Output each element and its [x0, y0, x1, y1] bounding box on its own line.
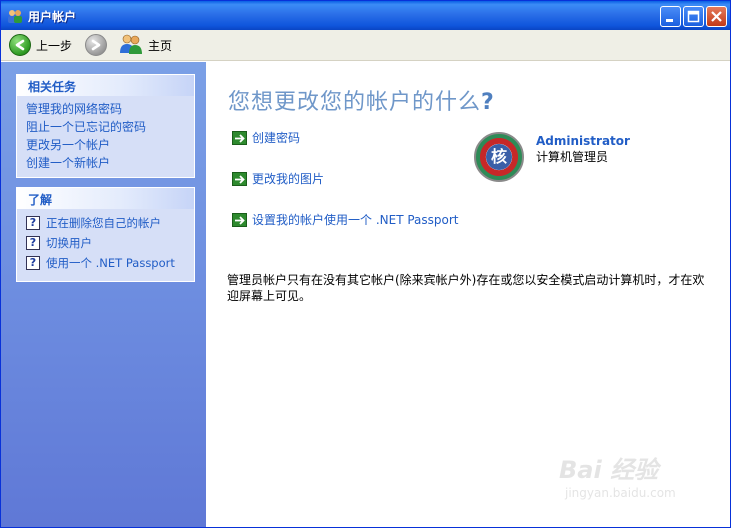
- watermark-logo-text: Bai 经验: [559, 456, 659, 484]
- green-arrow-icon: [232, 130, 247, 145]
- green-arrow-icon: [232, 212, 247, 227]
- forward-button[interactable]: [85, 33, 107, 57]
- task-manage-network-passwords[interactable]: 管理我的网络密码: [26, 100, 194, 118]
- learn-net-passport[interactable]: 使用一个 .NET Passport: [46, 254, 175, 272]
- learn-item[interactable]: ? 正在删除您自己的帐户: [26, 213, 194, 233]
- account-avatar: 核: [474, 132, 524, 182]
- learn-deleting-own-account[interactable]: 正在删除您自己的帐户: [46, 214, 161, 232]
- home-label: 主页: [148, 38, 173, 53]
- navigation-toolbar: 上一步 主页: [1, 30, 730, 61]
- back-arrow-icon: [9, 34, 31, 56]
- help-icon: ?: [26, 236, 40, 250]
- help-icon: ?: [26, 256, 40, 270]
- avatar-glyph: 核: [486, 144, 512, 170]
- learn-item[interactable]: ? 切换用户: [26, 233, 194, 253]
- change-picture-action[interactable]: 更改我的图片: [232, 170, 324, 187]
- home-button[interactable]: 主页: [119, 33, 172, 57]
- forward-arrow-icon: [85, 34, 107, 56]
- setup-passport-action[interactable]: 设置我的帐户使用一个 .NET Passport: [232, 211, 459, 228]
- close-button[interactable]: [706, 6, 727, 27]
- related-tasks-box: 相关任务 管理我的网络密码 阻止一个已忘记的密码 更改另一个帐户 创建一个新帐户: [16, 74, 195, 178]
- users-icon: [7, 8, 23, 24]
- task-change-another-account[interactable]: 更改另一个帐户: [26, 136, 194, 154]
- task-pane: 相关任务 管理我的网络密码 阻止一个已忘记的密码 更改另一个帐户 创建一个新帐户…: [1, 62, 206, 527]
- create-password-link[interactable]: 创建密码: [252, 129, 300, 146]
- change-picture-link[interactable]: 更改我的图片: [252, 170, 324, 187]
- back-button[interactable]: 上一步: [9, 33, 72, 57]
- task-create-new-account[interactable]: 创建一个新帐户: [26, 154, 194, 172]
- back-label: 上一步: [36, 38, 73, 53]
- minimize-button[interactable]: [660, 6, 681, 27]
- learn-item[interactable]: ? 使用一个 .NET Passport: [26, 253, 194, 273]
- page-title-text: 您想更改您的帐户的什么: [228, 90, 482, 115]
- help-icon: ?: [26, 216, 40, 230]
- account-role: 计算机管理员: [536, 150, 609, 164]
- watermark-url: jingyan.baidu.com: [565, 486, 676, 500]
- task-prevent-forgotten-password[interactable]: 阻止一个已忘记的密码: [26, 118, 194, 136]
- baidu-watermark: Bai 经验 jingyan.baidu.com: [559, 450, 719, 510]
- window-title: 用户帐户: [28, 10, 77, 24]
- user-accounts-window: 用户帐户 上一步 主页 相关任务 管理我的网络密码 阻止一个已忘记的密码 更改另…: [0, 0, 731, 528]
- users-home-icon: [119, 33, 143, 58]
- learn-switch-users[interactable]: 切换用户: [46, 234, 92, 252]
- create-password-action[interactable]: 创建密码: [232, 129, 300, 146]
- admin-visibility-note: 管理员帐户只有在没有其它帐户(除来宾帐户外)存在或您以安全模式启动计算机时，才在…: [227, 273, 705, 303]
- learn-about-header[interactable]: 了解: [17, 188, 194, 209]
- account-name: Administrator: [536, 134, 630, 148]
- title-bar[interactable]: 用户帐户: [1, 1, 730, 30]
- page-title: 您想更改您的帐户的什么?: [228, 84, 495, 116]
- related-tasks-header[interactable]: 相关任务: [17, 75, 194, 96]
- green-arrow-icon: [232, 171, 247, 186]
- learn-about-box: 了解 ? 正在删除您自己的帐户 ? 切换用户 ? 使用一个 .NET Passp…: [16, 187, 195, 282]
- maximize-button[interactable]: [683, 6, 704, 27]
- page-title-mark: ?: [481, 90, 495, 115]
- setup-passport-link[interactable]: 设置我的帐户使用一个 .NET Passport: [252, 211, 459, 228]
